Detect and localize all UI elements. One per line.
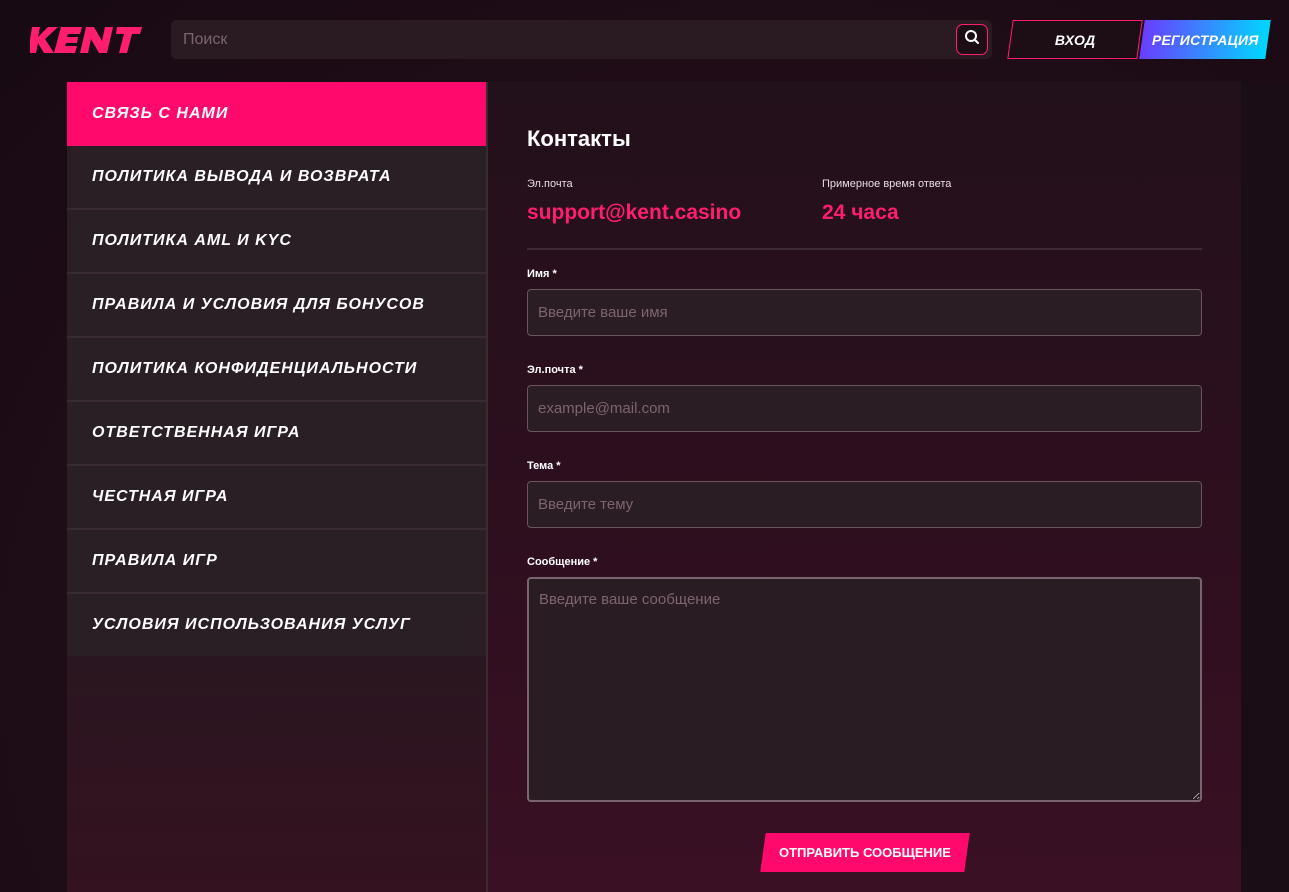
response-time-label: Примерное время ответа [822,178,952,190]
response-time-value: 24 часа [822,201,899,224]
sidebar-filler [67,656,486,892]
subject-field-label: Тема * [527,460,561,472]
register-button[interactable]: РЕГИСТРАЦИЯ [1139,20,1271,59]
email-input[interactable] [527,385,1202,432]
name-field-label: Имя * [527,268,557,280]
subject-input[interactable] [527,481,1202,528]
message-field-label: Сообщение * [527,556,598,568]
sidebar-item-label: ПОЛИТИКА ВЫВОДА И ВОЗВРАТА [92,168,392,185]
name-input[interactable] [527,289,1202,336]
email-field-label: Эл.почта * [527,364,583,376]
contact-panel: Контакты Эл.почта support@kent.casino Пр… [488,82,1241,892]
sidebar-item-label: ПОЛИТИКА AML И KYC [92,232,292,249]
top-header: ВХОД РЕГИСТРАЦИЯ [0,0,1289,80]
login-button-label: ВХОД [1054,31,1096,48]
search-icon [964,29,980,50]
sidebar-item-aml-kyc[interactable]: ПОЛИТИКА AML И KYC [67,210,486,274]
kent-logo[interactable] [30,20,142,60]
divider [527,248,1202,250]
login-button[interactable]: ВХОД [1007,20,1143,59]
sidebar-item-label: ЧЕСТНАЯ ИГРА [92,488,229,505]
send-message-button[interactable]: ОТПРАВИТЬ СООБЩЕНИЕ [760,833,970,872]
send-message-label: ОТПРАВИТЬ СООБЩЕНИЕ [779,845,951,860]
sidebar-item-label: ПРАВИЛА ИГР [92,552,218,569]
page-title: Контакты [527,126,631,151]
sidebar-item-withdrawal-policy[interactable]: ПОЛИТИКА ВЫВОДА И ВОЗВРАТА [67,146,486,210]
message-textarea[interactable] [527,577,1202,802]
sidebar-item-responsible-gaming[interactable]: ОТВЕТСТВЕННАЯ ИГРА [67,402,486,466]
sidebar-nav: СВЯЗЬ С НАМИ ПОЛИТИКА ВЫВОДА И ВОЗВРАТА … [67,82,488,892]
sidebar-item-terms-of-service[interactable]: УСЛОВИЯ ИСПОЛЬЗОВАНИЯ УСЛУГ [67,594,486,658]
support-email[interactable]: support@kent.casino [527,201,741,225]
sidebar-item-label: ПОЛИТИКА КОНФИДЕНЦИАЛЬНОСТИ [92,360,418,377]
sidebar-item-privacy-policy[interactable]: ПОЛИТИКА КОНФИДЕНЦИАЛЬНОСТИ [67,338,486,402]
sidebar-item-fair-play[interactable]: ЧЕСТНАЯ ИГРА [67,466,486,530]
search-input[interactable] [171,20,931,59]
sidebar-item-contact-us[interactable]: СВЯЗЬ С НАМИ [67,82,486,146]
sidebar-item-label: ОТВЕТСТВЕННАЯ ИГРА [92,424,301,441]
search-button[interactable] [956,24,988,55]
email-info-label: Эл.почта [527,178,573,190]
sidebar-item-label: ПРАВИЛА И УСЛОВИЯ ДЛЯ БОНУСОВ [92,296,425,313]
sidebar-item-label: УСЛОВИЯ ИСПОЛЬЗОВАНИЯ УСЛУГ [92,616,411,633]
sidebar-item-label: СВЯЗЬ С НАМИ [92,105,229,122]
register-button-label: РЕГИСТРАЦИЯ [1151,31,1259,48]
sidebar-item-bonus-terms[interactable]: ПРАВИЛА И УСЛОВИЯ ДЛЯ БОНУСОВ [67,274,486,338]
right-margin [1241,82,1289,892]
sidebar-item-game-rules[interactable]: ПРАВИЛА ИГР [67,530,486,594]
search-bar [171,20,992,59]
